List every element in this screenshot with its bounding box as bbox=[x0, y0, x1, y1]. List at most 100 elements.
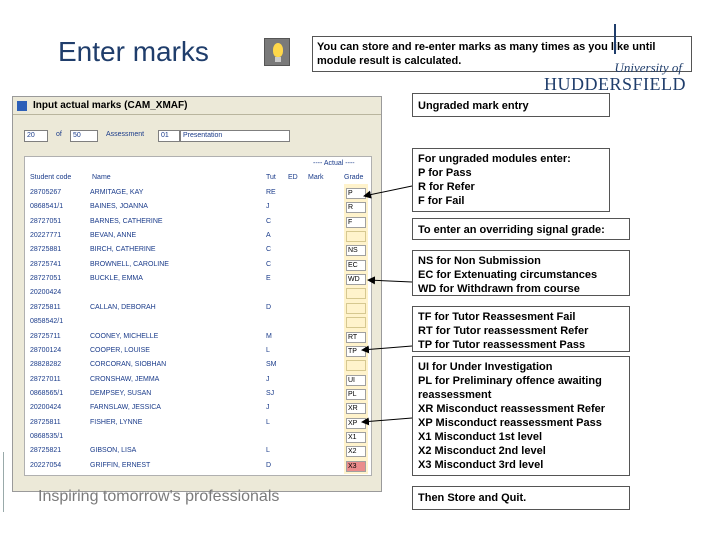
callout-line: P for Pass bbox=[418, 167, 472, 179]
tutor-cell: SJ bbox=[266, 389, 275, 397]
grade-input[interactable]: PL bbox=[346, 388, 366, 400]
table-row[interactable]: 28725711 COONEY, MICHELLE M RT bbox=[24, 330, 370, 344]
student-code-cell: 0868541/1 bbox=[30, 203, 64, 211]
callout-overriding: To enter an overriding signal grade: bbox=[412, 218, 630, 240]
grade-input[interactable]: RT bbox=[346, 331, 366, 343]
grade-input[interactable] bbox=[346, 288, 366, 300]
window-icon bbox=[17, 100, 27, 111]
table-row[interactable]: 20227054 GRIFFIN, ERNEST D X3 bbox=[24, 459, 370, 473]
callout-line: WD for Withdrawn from course bbox=[418, 283, 580, 295]
table-row[interactable]: 28725821 GIBSON, LISA L X2 bbox=[24, 444, 370, 458]
table-row[interactable]: 28725741 BROWNELL, CAROLINE C EC bbox=[24, 258, 370, 272]
tutor-cell: A bbox=[266, 232, 271, 240]
grade-input[interactable]: X1 bbox=[346, 431, 366, 443]
table-row[interactable]: 0868535/1 X1 bbox=[24, 430, 370, 444]
student-code-cell: 28828282 bbox=[30, 361, 62, 369]
callout-line: X1 Misconduct 1st level bbox=[418, 431, 543, 443]
lightbulb-icon bbox=[264, 38, 290, 66]
student-code-cell: 28725741 bbox=[30, 260, 62, 268]
student-name-cell: GRIFFIN, ERNEST bbox=[90, 461, 151, 469]
callout-line: TP for Tutor reassessment Pass bbox=[418, 339, 586, 351]
table-row[interactable]: 20200424 FARNSLAW, JESSICA J XR bbox=[24, 401, 370, 415]
table-row[interactable]: 28727011 CRONSHAW, JEMMA J UI bbox=[24, 373, 370, 387]
student-name-cell: BROWNELL, CAROLINE bbox=[90, 260, 169, 268]
grade-input[interactable]: EC bbox=[346, 259, 366, 271]
filter-bar: 20 of 50 Assessment 01 Presentation bbox=[14, 130, 374, 142]
callout-misconduct: UI for Under Investigation PL for Prelim… bbox=[412, 356, 630, 476]
callout-text: To enter an overriding signal grade: bbox=[418, 224, 605, 236]
table-row[interactable]: 28727051 BUCKLE, EMMA E WD bbox=[24, 272, 370, 286]
table-row[interactable]: 28828282 CORCORAN, SIOBHAN SM bbox=[24, 358, 370, 372]
student-code-cell: 0868535/1 bbox=[30, 432, 64, 440]
grade-input[interactable]: P bbox=[346, 188, 366, 199]
grade-input[interactable] bbox=[346, 360, 366, 372]
table-row[interactable]: 20227771 BEVAN, ANNE A bbox=[24, 229, 370, 243]
callout-line: NS for Non Submission bbox=[418, 255, 541, 267]
student-name-cell: ARMITAGE, KAY bbox=[90, 189, 144, 196]
student-name-cell: BIRCH, CATHERINE bbox=[90, 246, 156, 254]
table-row[interactable]: 28700124 COOPER, LOUISE L TP bbox=[24, 344, 370, 358]
col-tutor: Tut bbox=[266, 174, 276, 181]
student-code-cell: 28725811 bbox=[30, 418, 61, 426]
record-total-field[interactable]: 50 bbox=[70, 130, 98, 142]
grade-input[interactable]: F bbox=[346, 216, 366, 228]
col-name: Name bbox=[92, 174, 111, 181]
col-mark: Mark bbox=[308, 174, 324, 181]
student-code-cell: 28725821 bbox=[30, 447, 62, 455]
student-name-cell: BAINES, JOANNA bbox=[90, 203, 148, 211]
grade-input[interactable]: X3 bbox=[346, 460, 366, 472]
grade-input[interactable]: UI bbox=[346, 374, 366, 386]
col-ed: ED bbox=[288, 174, 298, 181]
of-label: of bbox=[56, 131, 62, 138]
grade-input[interactable]: XP bbox=[346, 417, 366, 429]
grade-input[interactable]: XR bbox=[346, 403, 366, 415]
assessment-type-field[interactable]: Presentation bbox=[180, 130, 290, 142]
table-row[interactable]: 28725811 CALLAN, DEBORAH D bbox=[24, 301, 370, 315]
grade-input[interactable] bbox=[346, 231, 366, 243]
table-row[interactable]: 28705267 ARMITAGE, KAY RE P bbox=[24, 186, 370, 200]
table-row[interactable]: 28725881 BIRCH, CATHERINE C NS bbox=[24, 243, 370, 257]
grade-input[interactable] bbox=[346, 302, 366, 314]
callout-line: reassessment bbox=[418, 389, 492, 401]
col-grade: Grade bbox=[344, 174, 364, 181]
tutor-cell: J bbox=[266, 375, 270, 383]
student-name-cell: DEMPSEY, SUSAN bbox=[90, 389, 152, 397]
callout-ungraded-entry: Ungraded mark entry bbox=[412, 93, 610, 117]
grade-input[interactable] bbox=[346, 317, 366, 329]
callout-line: UI for Under Investigation bbox=[418, 361, 553, 373]
student-name-cell: FISHER, LYNNE bbox=[90, 418, 143, 426]
student-name-cell: BARNES, CATHERINE bbox=[90, 217, 163, 225]
table-row[interactable]: 28725811 FISHER, LYNNE L XP bbox=[24, 416, 370, 430]
table-row[interactable]: 0858542/1 bbox=[24, 315, 370, 329]
tutor-cell: C bbox=[266, 260, 272, 268]
student-name-cell: COONEY, MICHELLE bbox=[90, 332, 159, 340]
student-code-cell: 20200424 bbox=[30, 404, 62, 412]
university-crest-icon bbox=[614, 24, 622, 54]
student-code-cell: 28725881 bbox=[30, 246, 62, 254]
callout-line: XR Misconduct reassessment Refer bbox=[418, 403, 606, 415]
record-index-field[interactable]: 20 bbox=[24, 130, 48, 142]
table-row[interactable]: 0868541/1 BAINES, JOANNA J R bbox=[24, 200, 370, 214]
tutor-cell: M bbox=[266, 332, 272, 340]
tutor-cell: L bbox=[266, 418, 270, 426]
table-row[interactable]: 20200424 bbox=[24, 286, 370, 300]
grade-input[interactable]: TP bbox=[346, 345, 366, 357]
student-name-cell: CORCORAN, SIOBHAN bbox=[90, 361, 167, 369]
tutor-cell: C bbox=[266, 217, 272, 225]
table-row[interactable]: 28727051 BARNES, CATHERINE C F bbox=[24, 215, 370, 229]
grade-input[interactable]: X2 bbox=[346, 446, 366, 458]
callout-line: For ungraded modules enter: bbox=[418, 153, 571, 165]
student-name-cell: FARNSLAW, JESSICA bbox=[90, 404, 161, 412]
grade-input[interactable]: NS bbox=[346, 245, 366, 257]
student-code-cell: 20227054 bbox=[30, 461, 62, 469]
grade-input[interactable]: R bbox=[346, 202, 366, 214]
table-row[interactable]: 0868565/1 DEMPSEY, SUSAN SJ PL bbox=[24, 387, 370, 401]
assessment-field[interactable]: 01 bbox=[158, 130, 180, 142]
student-name-cell: BEVAN, ANNE bbox=[90, 232, 137, 240]
slide-title: Enter marks bbox=[58, 36, 209, 67]
grade-input[interactable]: WD bbox=[346, 274, 366, 286]
callout-text: Then Store and Quit. bbox=[418, 492, 527, 504]
window-titlebar: Input actual marks (CAM_XMAF) bbox=[13, 97, 381, 115]
student-code-cell: 20200424 bbox=[30, 289, 62, 297]
callout-line: TF for Tutor Reassesment Fail bbox=[418, 311, 576, 323]
